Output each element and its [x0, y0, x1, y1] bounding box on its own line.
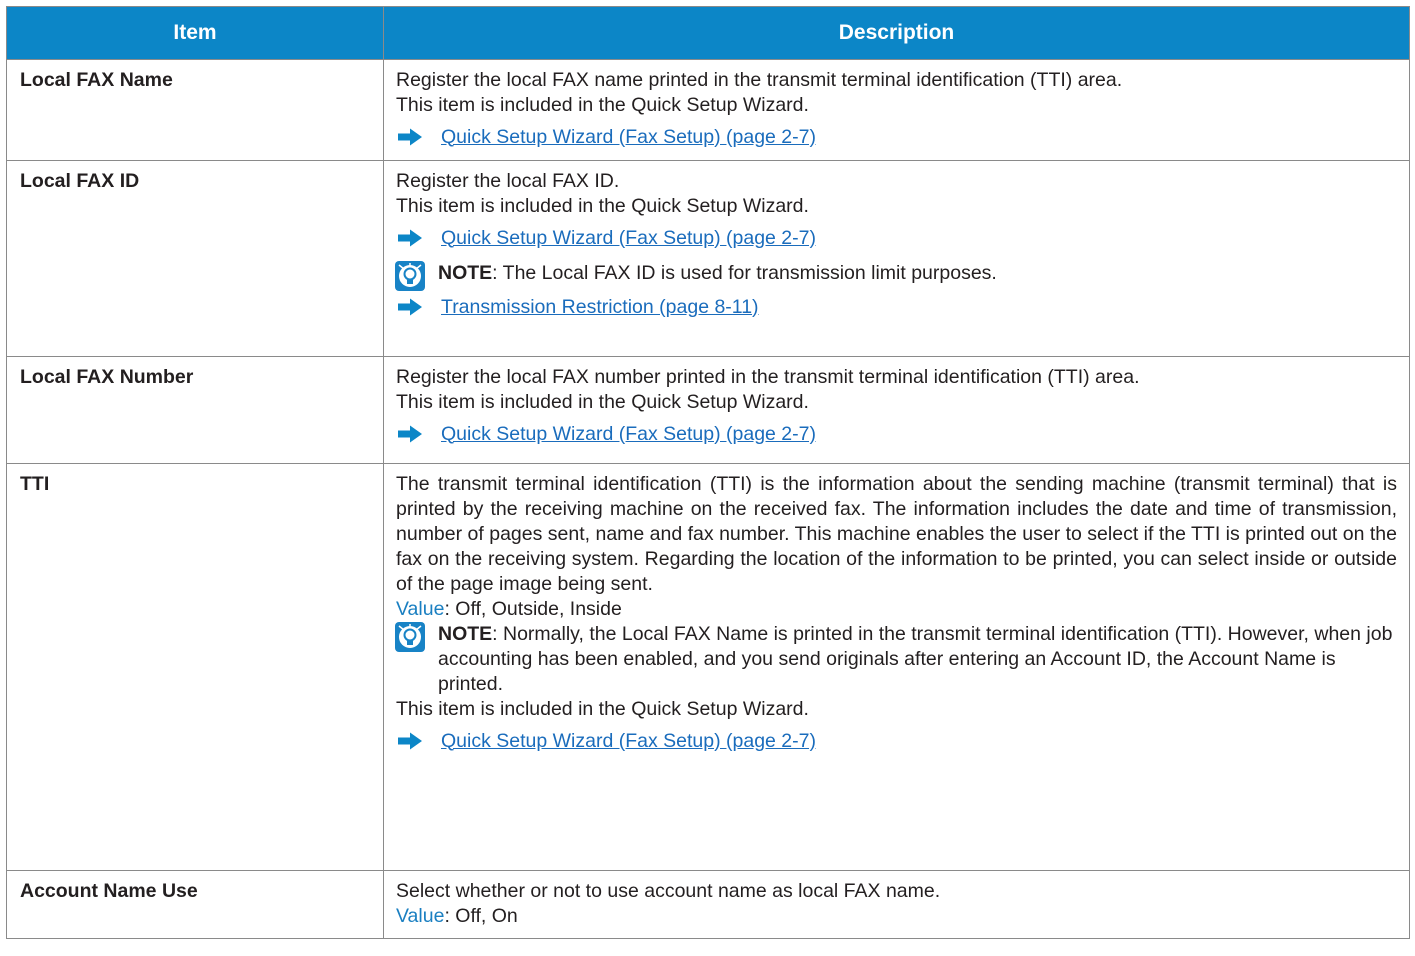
note-text: : The Local FAX ID is used for transmiss… [492, 262, 997, 284]
table-row: Local FAX ID Register the local FAX ID. … [6, 160, 1410, 357]
item-cell: Local FAX Name [6, 59, 384, 161]
description-line: Select whether or not to use account nam… [396, 880, 941, 902]
description-column-header: Description [383, 6, 1410, 60]
item-cell: Local FAX ID [6, 160, 384, 357]
note: NOTE: The Local FAX ID is used for trans… [395, 261, 1397, 291]
quick-setup-wizard-link[interactable]: Quick Setup Wizard (Fax Setup) (page 2-7… [441, 125, 816, 150]
note-lightbulb-icon [395, 261, 425, 291]
description-line: This item is included in the Quick Setup… [396, 195, 809, 217]
value-line: Value: Off, Outside, Inside [396, 597, 1397, 622]
item-cell: Account Name Use [6, 870, 384, 939]
value-text: : Off, Outside, Inside [444, 598, 622, 620]
note-text: : Normally, the Local FAX Name is printe… [438, 623, 1393, 695]
item-cell: TTI [6, 463, 384, 871]
value-line: Value: Off, On [396, 904, 1397, 929]
cross-reference: Quick Setup Wizard (Fax Setup) (page 2-7… [396, 123, 1397, 151]
item-column-header: Item [6, 6, 384, 60]
description-cell: The transmit terminal identification (TT… [383, 463, 1410, 871]
quick-setup-wizard-link[interactable]: Quick Setup Wizard (Fax Setup) (page 2-7… [441, 422, 816, 447]
value-label: Value [396, 598, 445, 620]
description-cell: Register the local FAX number printed in… [383, 356, 1410, 464]
description-line: This item is included in the Quick Setup… [396, 94, 809, 116]
description-cell: Register the local FAX ID. This item is … [383, 160, 1410, 357]
cross-reference: Transmission Restriction (page 8-11) [396, 293, 1397, 321]
right-arrow-icon [398, 732, 422, 750]
note-label: NOTE [438, 262, 493, 284]
note-label: NOTE [438, 623, 493, 645]
quick-setup-wizard-link[interactable]: Quick Setup Wizard (Fax Setup) (page 2-7… [441, 226, 816, 251]
right-arrow-icon [398, 425, 422, 443]
cross-reference: Quick Setup Wizard (Fax Setup) (page 2-7… [396, 727, 1397, 755]
value-label: Value [396, 905, 445, 927]
cross-reference: Quick Setup Wizard (Fax Setup) (page 2-7… [396, 420, 1397, 448]
note: NOTE: Normally, the Local FAX Name is pr… [395, 622, 1397, 697]
right-arrow-icon [398, 298, 422, 316]
description-paragraph: The transmit terminal identification (TT… [396, 473, 1397, 595]
note-lightbulb-icon [395, 622, 425, 652]
description-cell: Select whether or not to use account nam… [383, 870, 1410, 939]
settings-table: Item Description Local FAX Name Register… [6, 6, 1410, 939]
table-row: Local FAX Number Register the local FAX … [6, 356, 1410, 464]
item-cell: Local FAX Number [6, 356, 384, 464]
description-line: Register the local FAX ID. [396, 170, 620, 192]
right-arrow-icon [398, 229, 422, 247]
right-arrow-icon [398, 128, 422, 146]
description-line: Register the local FAX name printed in t… [396, 69, 1123, 91]
cross-reference: Quick Setup Wizard (Fax Setup) (page 2-7… [396, 224, 1397, 252]
description-line: This item is included in the Quick Setup… [396, 698, 809, 720]
transmission-restriction-link[interactable]: Transmission Restriction (page 8-11) [441, 295, 759, 320]
table-row: Account Name Use Select whether or not t… [6, 870, 1410, 939]
description-line: Register the local FAX number printed in… [396, 366, 1140, 388]
description-line: This item is included in the Quick Setup… [396, 391, 809, 413]
table-row: TTI The transmit terminal identification… [6, 463, 1410, 871]
table-header-row: Item Description [6, 6, 1410, 60]
table-row: Local FAX Name Register the local FAX na… [6, 59, 1410, 161]
value-text: : Off, On [444, 905, 518, 927]
description-cell: Register the local FAX name printed in t… [383, 59, 1410, 161]
quick-setup-wizard-link[interactable]: Quick Setup Wizard (Fax Setup) (page 2-7… [441, 729, 816, 754]
